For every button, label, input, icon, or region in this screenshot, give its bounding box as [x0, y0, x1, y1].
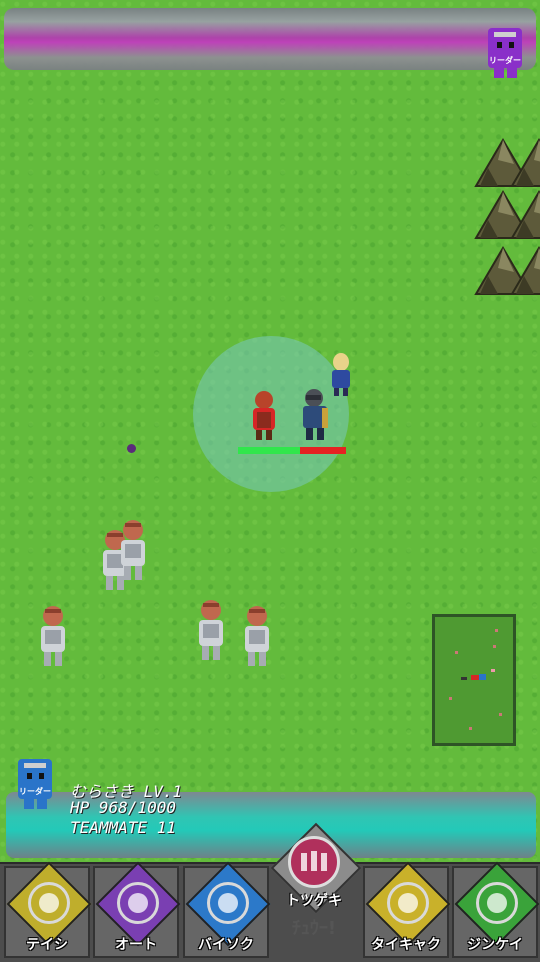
enemy-status-banner	[4, 8, 536, 70]
stop-icon	[28, 882, 70, 924]
minimap[interactable]	[432, 614, 516, 746]
minimap-markers	[449, 629, 502, 730]
totsugeki-button[interactable]: トツゲキ ﾁｭｳｰ!	[270, 822, 362, 942]
command-baisoku-button[interactable]: バイソク	[183, 861, 271, 958]
enemy-leader-label: リーダー	[489, 56, 521, 65]
retreat-icon	[387, 882, 429, 924]
command-teishi-button[interactable]: テイシ	[4, 861, 92, 958]
speed-icon	[207, 882, 249, 924]
totsugeki-sub-label: ﾁｭｳｰ!	[291, 918, 337, 939]
armored-soldier-sprite	[245, 606, 269, 666]
player-leader-icon: リーダー	[12, 753, 58, 811]
enemy-leader-icon: リーダー	[482, 22, 528, 80]
mountain-tile	[510, 190, 540, 240]
blonde-ally-sprite	[332, 353, 350, 396]
command-label: バイソク	[198, 937, 254, 953]
command-label: ジンケイ	[467, 937, 523, 953]
armored-soldier-sprite	[121, 520, 145, 580]
charge-icon	[288, 836, 340, 888]
player-teammate-count: TEAMMATE 11	[70, 818, 176, 837]
command-jinkei-button[interactable]: ジンケイ	[452, 861, 540, 958]
dark-orb-projectile	[127, 444, 136, 453]
red-warrior-sprite	[253, 391, 275, 440]
formation-icon	[476, 882, 518, 924]
armored-soldier-sprite	[199, 600, 223, 660]
command-taikyaku-button[interactable]: タイキャク	[363, 861, 451, 958]
auto-icon	[117, 882, 159, 924]
player-hp: HP 968/1000	[70, 798, 176, 817]
totsugeki-label: トツゲキ	[286, 893, 342, 909]
command-label: タイキャク	[371, 937, 441, 953]
player-leader-label: リーダー	[19, 787, 51, 796]
armored-soldier-sprite	[41, 606, 65, 666]
mountain-tile	[510, 138, 540, 188]
command-label: テイシ	[26, 937, 68, 953]
command-auto-button[interactable]: オート	[93, 861, 181, 958]
leader-hp-bar-missing	[300, 447, 346, 454]
command-label: オート	[115, 937, 157, 953]
leader-hp-bar-fill	[238, 447, 300, 454]
mountain-tile	[510, 246, 540, 296]
